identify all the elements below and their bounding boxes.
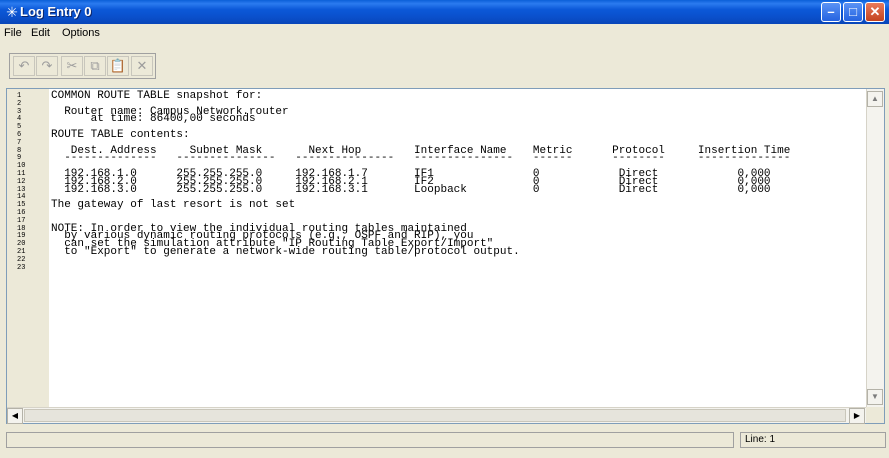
cut-icon: ✂ [66,58,78,73]
scroll-corner [866,407,884,423]
delete-button[interactable]: ✕ [131,56,153,76]
line-number-gutter: 1 2 3 4 5 6 7 8 9 10 11 12 13 14 15 16 17 18 19 20 21 22 23 [7,89,49,407]
window-title: Log Entry 0 [20,4,92,19]
redo-button[interactable]: ↷ [36,56,58,76]
log-editor[interactable]: 1 2 3 4 5 6 7 8 9 10 11 12 13 14 15 16 17 18 19 20 21 22 23 CO… [6,88,885,424]
delete-icon: ✕ [136,58,148,73]
toolbar: ↶ ↷ ✂ ⧉ 📋 ✕ [9,53,156,79]
log-text-area[interactable]: COMMON ROUTE TABLE snapshot for: Router … [51,89,866,407]
vertical-scrollbar[interactable]: ▲ ▼ [866,89,884,407]
line-number: 20 [17,240,26,249]
status-bar: Line: 1 [6,432,886,450]
line-number: 3 [17,107,22,116]
line-number: 2 [17,99,22,108]
log-line: at time: 86400,00 seconds [51,113,256,126]
log-line: COMMON ROUTE TABLE snapshot for: [51,90,263,102]
copy-icon: ⧉ [90,58,100,73]
line-number: 16 [17,209,26,217]
log-line: The gateway of last resort is not set [51,199,296,212]
undo-icon: ↶ [18,58,30,73]
paste-button[interactable]: 📋 [107,56,129,76]
menu-bar: File Edit Options [0,24,889,43]
line-number: 9 [17,154,22,163]
close-icon: ✕ [869,4,881,19]
status-message [6,432,734,448]
maximize-button[interactable]: □ [843,2,863,22]
line-number: 23 [17,263,26,272]
menu-file[interactable]: File [4,27,22,39]
undo-button[interactable]: ↶ [13,56,35,76]
line-number: 8 [17,146,22,155]
cut-button[interactable]: ✂ [61,56,83,76]
log-line: 192.168.3.0 255.255.255.0 192.168.3.1 Lo… [51,183,771,196]
log-line: -------------- --------------- ---------… [51,152,791,165]
scroll-down-button[interactable]: ▼ [867,389,883,405]
horizontal-scroll-thumb[interactable] [24,409,846,422]
paste-icon: 📋 [109,58,127,73]
line-number: 22 [17,255,26,264]
line-number: 6 [17,131,22,139]
line-number: 11 [17,170,26,178]
line-number: 18 [17,224,26,233]
minimize-button[interactable]: – [821,2,841,22]
line-number: 15 [17,201,26,210]
line-indicator: Line: 1 [740,432,886,448]
line-number: 12 [17,177,26,186]
minimize-icon: – [827,4,835,19]
arrow-right-icon: ▶ [853,411,861,420]
log-line: ROUTE TABLE contents: [51,129,190,141]
star-icon: ✳ [6,4,18,20]
close-button[interactable]: ✕ [865,2,885,22]
line-number: 13 [17,185,26,194]
arrow-left-icon: ◀ [11,411,19,420]
line-number: 17 [17,216,26,225]
menu-edit[interactable]: Edit [31,27,50,39]
menu-options[interactable]: Options [62,27,100,39]
line-number: 4 [17,115,22,124]
horizontal-scrollbar[interactable]: ◀ ▶ [7,407,866,424]
line-number: 7 [17,138,22,147]
line-number: 19 [17,232,26,241]
scroll-up-button[interactable]: ▲ [867,91,883,107]
arrow-down-icon: ▼ [871,392,879,401]
arrow-up-icon: ▲ [871,94,879,103]
line-number: 10 [17,162,26,171]
copy-button[interactable]: ⧉ [84,56,106,76]
line-number: 1 [17,92,22,100]
redo-icon: ↷ [41,58,53,73]
log-line: to "Export" to generate a network-wide r… [51,246,520,258]
line-number: 14 [17,193,26,202]
title-bar[interactable]: ✳ Log Entry 0 – □ ✕ [0,0,889,24]
line-number: 21 [17,248,26,256]
line-number: 5 [17,123,22,132]
scroll-right-button[interactable]: ▶ [849,408,865,424]
maximize-icon: □ [849,4,857,19]
scroll-left-button[interactable]: ◀ [7,408,23,424]
